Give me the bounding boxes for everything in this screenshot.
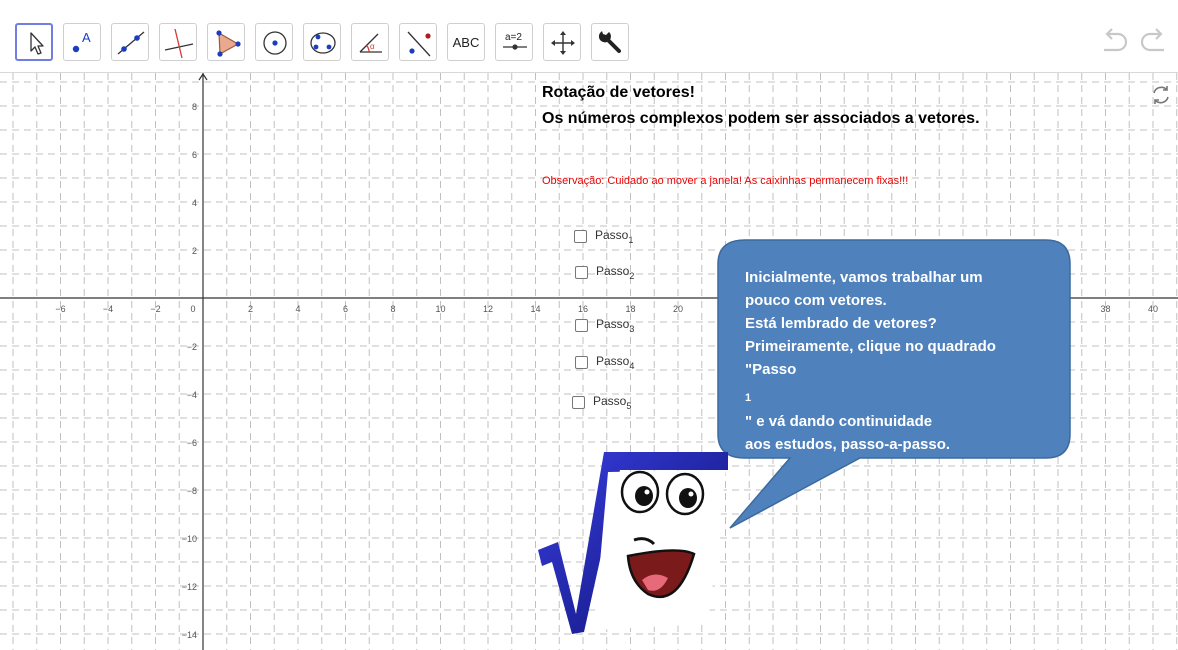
geogebra-app: A α ABC a=2 −6 −4 −2 0 2 4 6 8 10 12 14 … <box>0 0 1178 650</box>
square-root-mascot-icon <box>538 452 728 634</box>
bubble-line-4: Primeiramente, clique no quadrado <box>745 338 996 355</box>
bubble-line-5: "Passo 1 " e vá dando continuidade <box>745 361 933 430</box>
bubble-line-1: Inicialmente, vamos trabalhar um <box>745 269 983 286</box>
speech-bubble-text: Inicialmente, vamos trabalhar um pouco c… <box>745 266 1060 456</box>
bubble-line-3: Está lembrado de vetores? <box>745 315 937 332</box>
bubble-line-2: pouco com vetores. <box>745 292 887 309</box>
bubble-line-6: aos estudos, passo-a-passo. <box>745 436 951 453</box>
